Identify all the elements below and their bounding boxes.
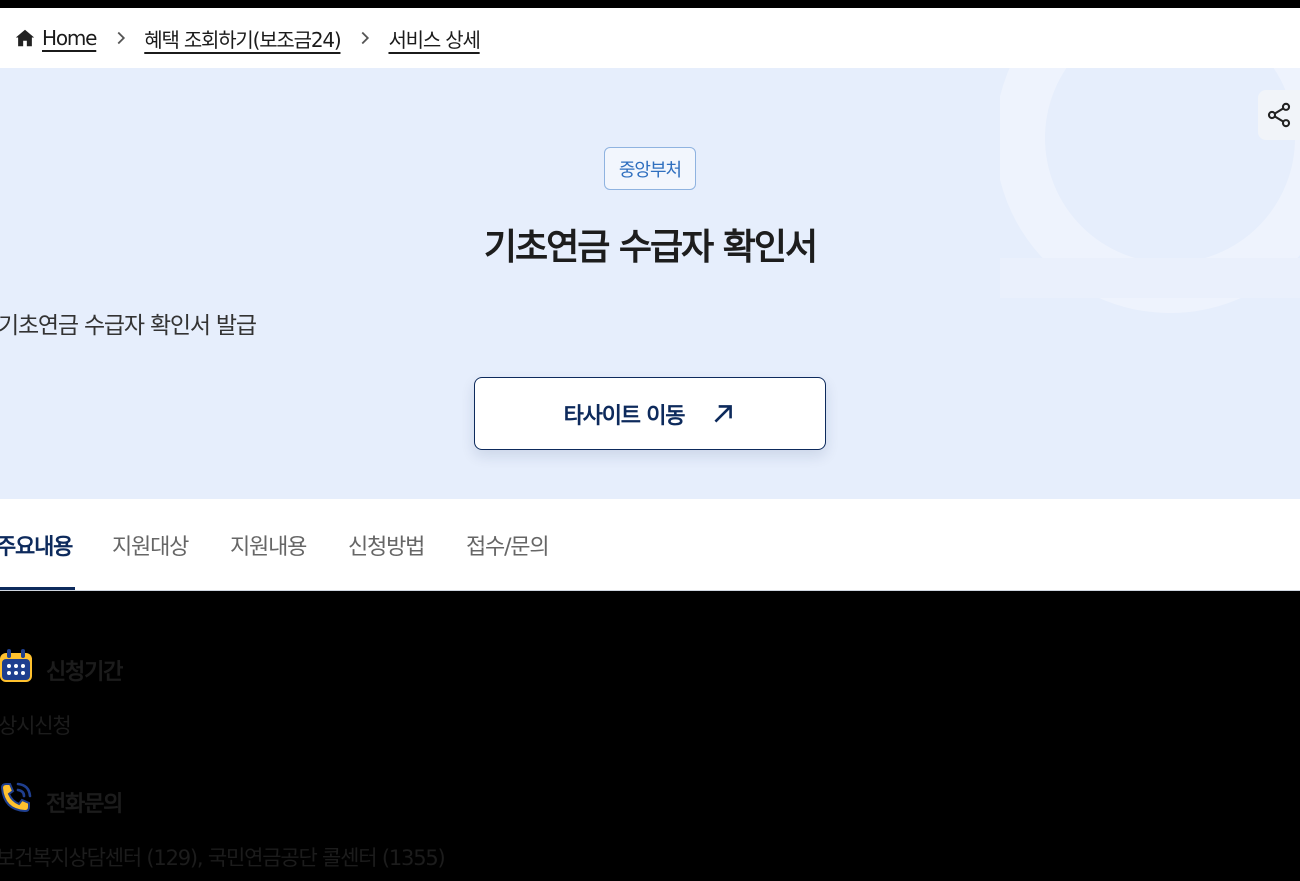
tab-how-to-apply[interactable]: 신청방법 <box>348 529 425 561</box>
ministry-badge: 중앙부처 <box>604 147 696 190</box>
breadcrumb-home[interactable]: Home <box>14 26 97 50</box>
apply-period-text: 상시신청 <box>0 714 72 738</box>
breadcrumb-home-label: Home <box>42 26 97 50</box>
external-site-button-label: 타사이트 이동 <box>563 403 686 429</box>
tab-benefits[interactable]: 지원내용 <box>230 529 307 561</box>
external-site-button[interactable]: 타사이트 이동 <box>474 377 826 450</box>
active-tab-indicator <box>0 587 75 590</box>
tab-bar: 주요내용 지원대상 지원내용 신청방법 접수/문의 <box>0 499 1300 591</box>
hero-section: 중앙부처 기초연금 수급자 확인서 기초연금 수급자 확인서 발급 타사이트 이… <box>0 68 1300 499</box>
breadcrumb-service-detail[interactable]: 서비스 상세 <box>388 24 480 53</box>
calendar-icon <box>0 649 32 682</box>
share-icon <box>1267 102 1291 128</box>
top-bar <box>0 0 1300 8</box>
home-icon <box>15 29 35 47</box>
phone-icon <box>0 782 32 813</box>
tab-summary[interactable]: 주요내용 <box>0 529 73 561</box>
share-button[interactable] <box>1258 90 1300 140</box>
page-title: 기초연금 수급자 확인서 <box>483 227 818 268</box>
breadcrumb-benefits[interactable]: 혜택 조회하기(보조금24) <box>144 24 341 53</box>
phone-inquiry-text: 보건복지상담센터 (129), 국민연금공단 콜센터 (1355) <box>0 846 446 870</box>
service-description: 기초연금 수급자 확인서 발급 <box>0 313 257 339</box>
chevron-right-icon <box>362 31 370 45</box>
breadcrumb: Home 혜택 조회하기(보조금24) 서비스 상세 <box>0 8 1300 68</box>
breadcrumb-service-detail-label: 서비스 상세 <box>388 27 480 52</box>
apply-period-title: 신청기간 <box>46 660 123 685</box>
tab-eligibility[interactable]: 지원대상 <box>112 529 189 561</box>
content-area: 신청기간 상시신청 전화문의 보건복지상담센터 (129), 국민연금공단 콜센… <box>0 592 1300 881</box>
tab-contact[interactable]: 접수/문의 <box>466 529 550 561</box>
arrow-up-right-icon <box>714 404 733 423</box>
breadcrumb-benefits-label: 혜택 조회하기(보조금24) <box>144 27 341 52</box>
chevron-right-icon <box>117 31 126 45</box>
phone-inquiry-title: 전화문의 <box>46 792 123 817</box>
